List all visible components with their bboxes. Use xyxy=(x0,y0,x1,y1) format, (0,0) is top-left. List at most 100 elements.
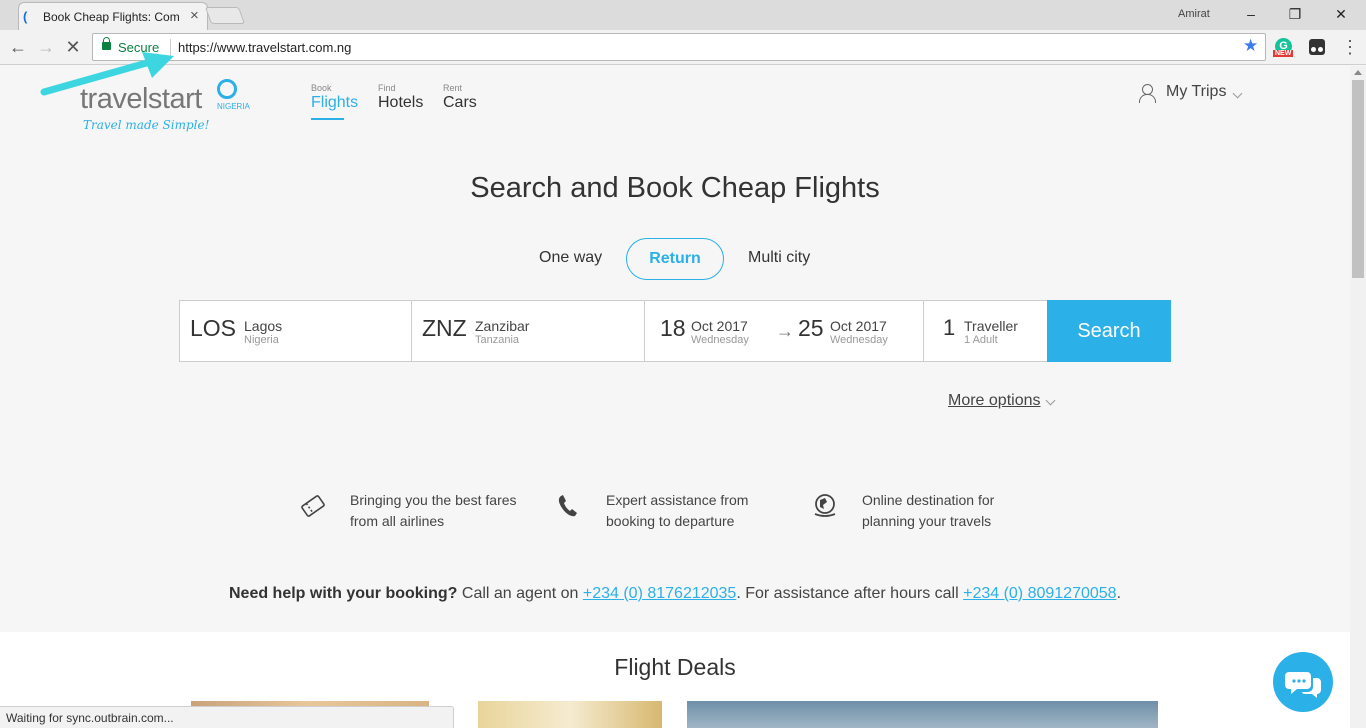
origin-field[interactable]: LOS Lagos Nigeria xyxy=(180,301,412,361)
page-title: Search and Book Cheap Flights xyxy=(470,172,880,204)
browser-titlebar: ( Book Cheap Flights: Com × Amirat – ❐ ✕ xyxy=(0,0,1366,30)
nav-hotels[interactable]: Find Hotels xyxy=(378,83,423,112)
chevron-down-icon xyxy=(1045,395,1056,406)
my-trips-label: My Trips xyxy=(1166,83,1227,100)
new-badge: NEW xyxy=(1273,50,1294,57)
feature-best-fares: Bringing you the best fares from all air… xyxy=(299,488,539,538)
help-bold: Need help with your booking? xyxy=(228,585,458,602)
feature-line: booking to departure xyxy=(606,513,735,529)
browser-toolbar: ← → ✕ Secure https://www.travelstart.com… xyxy=(0,30,1366,65)
search-button[interactable]: Search xyxy=(1047,300,1171,362)
omnibox-divider xyxy=(170,39,171,56)
chat-bubbles-icon xyxy=(1285,672,1321,698)
nav-cars-caption: Rent xyxy=(443,83,463,93)
nav-hotels-caption: Find xyxy=(378,83,396,93)
restore-icon[interactable]: ❐ xyxy=(1280,2,1310,26)
flight-deals-title: Flight Deals xyxy=(614,654,736,680)
chevron-down-icon xyxy=(1232,88,1243,99)
grammarly-extension-icon[interactable]: G NEW xyxy=(1273,36,1295,58)
browser-tab[interactable]: ( Book Cheap Flights: Com × xyxy=(18,2,208,30)
destination-code: ZNZ xyxy=(422,315,467,341)
return-day: 25 xyxy=(798,315,824,341)
minimize-icon[interactable]: – xyxy=(1236,2,1266,26)
url-text[interactable]: https://www.travelstart.com.ng xyxy=(178,40,351,55)
traveller-label: Traveller xyxy=(964,318,1018,334)
feature-destination-planning: Online destination for planning your tra… xyxy=(811,488,1051,538)
browser-menu-icon[interactable]: ⋮ xyxy=(1340,36,1360,58)
forward-icon[interactable]: → xyxy=(35,36,57,58)
feature-line: Online destination for xyxy=(862,492,995,508)
nav-flights-caption: Book xyxy=(311,83,332,93)
tab-close-icon[interactable]: × xyxy=(190,7,199,24)
feature-line: from all airlines xyxy=(350,513,445,529)
feature-text: Bringing you the best fares from all air… xyxy=(350,490,530,532)
back-icon[interactable]: ← xyxy=(7,36,29,58)
depart-weekday: Wednesday xyxy=(691,334,749,346)
new-tab-button[interactable] xyxy=(204,7,246,24)
more-options-link[interactable]: More options xyxy=(948,392,1041,410)
origin-code: LOS xyxy=(190,315,237,341)
travelstart-logo[interactable]: travelstart NIGERIA Travel made Simple! xyxy=(80,73,255,133)
trip-type-multi-city[interactable]: Multi city xyxy=(748,249,810,267)
traveller-detail: 1 Adult xyxy=(964,334,998,346)
feature-line: planning your travels xyxy=(862,513,992,529)
page-content: travelstart NIGERIA Travel made Simple! … xyxy=(0,66,1350,728)
agent-phone-link[interactable]: +234 (0) 8176212035 xyxy=(583,585,736,602)
loading-spinner-icon: ( xyxy=(23,9,28,24)
help-text: . xyxy=(1116,585,1122,602)
flight-search-form: LOS Lagos Nigeria ZNZ Zanzibar Tanzania … xyxy=(179,300,1171,362)
deal-image[interactable] xyxy=(478,701,662,728)
profile-name[interactable]: Amirat xyxy=(1178,8,1210,20)
traveller-count: 1 xyxy=(943,315,956,340)
address-bar[interactable]: Secure https://www.travelstart.com.ng ★ xyxy=(92,33,1266,61)
nav-hotels-label: Hotels xyxy=(378,94,424,111)
nav-active-underline xyxy=(311,118,344,120)
ticket-icon xyxy=(301,495,325,517)
user-icon xyxy=(1138,84,1156,103)
arrow-right-icon: → xyxy=(776,321,794,341)
trip-type-return[interactable]: Return xyxy=(626,238,724,280)
feature-line: Expert assistance from xyxy=(606,492,749,508)
dates-field[interactable]: 18 Oct 2017 Wednesday → 25 Oct 2017 Wedn… xyxy=(645,301,924,361)
travellers-field[interactable]: 1 Traveller 1 Adult xyxy=(924,301,1047,361)
nav-flights[interactable]: Book Flights xyxy=(311,83,359,120)
nav-cars[interactable]: Rent Cars xyxy=(443,83,477,112)
secure-label[interactable]: Secure xyxy=(118,40,159,55)
help-text: . For assistance after hours call xyxy=(736,585,964,602)
scroll-up-icon[interactable] xyxy=(1354,70,1362,75)
tab-title: Book Cheap Flights: Com xyxy=(43,10,180,24)
logo-text: travelstart xyxy=(80,83,202,115)
after-hours-phone-link[interactable]: +234 (0) 8091270058 xyxy=(963,585,1116,602)
destination-field[interactable]: ZNZ Zanzibar Tanzania xyxy=(412,301,645,361)
destination-country: Tanzania xyxy=(475,334,520,346)
live-chat-button[interactable] xyxy=(1273,652,1333,712)
origin-country: Nigeria xyxy=(244,334,279,346)
return-weekday: Wednesday xyxy=(830,334,888,346)
return-month: Oct 2017 xyxy=(830,318,887,334)
depart-month: Oct 2017 xyxy=(691,318,748,334)
trip-type-one-way[interactable]: One way xyxy=(539,249,602,267)
nav-flights-label: Flights xyxy=(311,94,359,111)
phone-icon xyxy=(558,495,577,517)
close-window-icon[interactable]: ✕ xyxy=(1326,2,1356,26)
feature-text: Expert assistance from booking to depart… xyxy=(606,490,786,532)
deal-image[interactable] xyxy=(687,701,1158,728)
browser-status-bar: Waiting for sync.outbrain.com... xyxy=(0,706,454,728)
logo-country: NIGERIA xyxy=(217,102,250,111)
nav-cars-label: Cars xyxy=(443,94,477,111)
help-line: Need help with your booking? Call an age… xyxy=(0,585,1350,603)
depart-day: 18 xyxy=(660,315,686,341)
tampermonkey-extension-icon[interactable] xyxy=(1306,36,1328,58)
scroll-thumb[interactable] xyxy=(1352,80,1364,278)
logo-tagline: Travel made Simple! xyxy=(83,118,210,132)
lock-icon xyxy=(102,37,111,50)
page-scrollbar[interactable] xyxy=(1350,66,1366,728)
help-text: Call an agent on xyxy=(457,585,583,602)
destination-city: Zanzibar xyxy=(475,318,530,334)
origin-city: Lagos xyxy=(244,318,283,334)
feature-text: Online destination for planning your tra… xyxy=(862,490,1042,532)
feature-expert-assistance: Expert assistance from booking to depart… xyxy=(555,488,795,538)
stop-loading-icon[interactable]: ✕ xyxy=(62,36,84,58)
feature-line: Bringing you the best fares xyxy=(350,492,517,508)
bookmark-star-icon[interactable]: ★ xyxy=(1243,36,1258,56)
